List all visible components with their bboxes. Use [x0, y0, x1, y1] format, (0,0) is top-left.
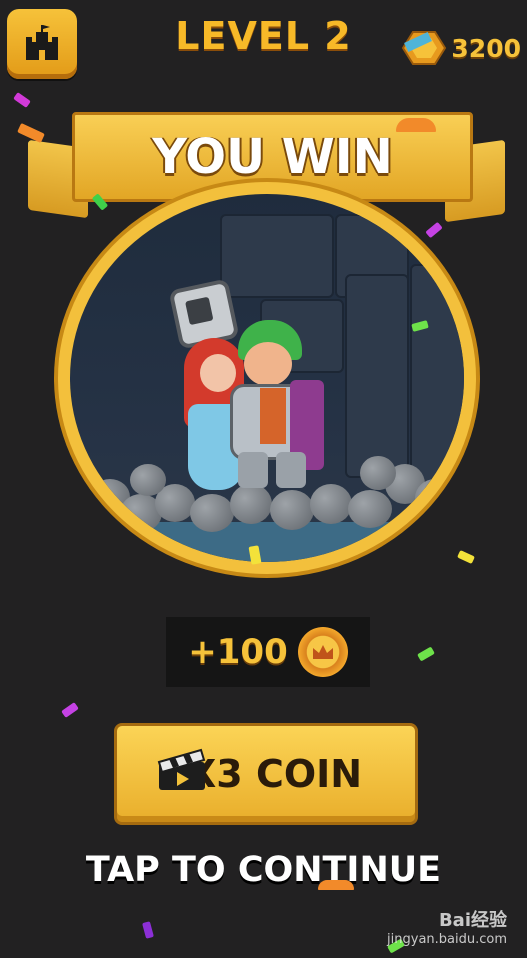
baidu-watermark: Bai经验 jingyan.baidu.com [387, 906, 507, 947]
crown-coin-icon [297, 627, 348, 677]
triple-coins-button[interactable]: X3 COIN [114, 723, 418, 825]
watermark-brand: Bai经验 [438, 910, 507, 931]
coin-balance: 3200 [401, 28, 521, 68]
hero-character [220, 320, 324, 490]
confetti [318, 880, 354, 890]
confetti [417, 646, 435, 662]
tap-to-continue[interactable]: TAP TO CONTINUE [0, 850, 527, 890]
reward-panel: +100 [166, 617, 370, 687]
gem-coin-icon [402, 31, 447, 65]
confetti [142, 921, 154, 939]
triple-coins-label: X3 COIN [187, 752, 363, 796]
video-clapperboard-icon [157, 748, 206, 790]
win-banner-text: YOU WIN [152, 129, 393, 185]
confetti [396, 118, 436, 132]
confetti [13, 92, 31, 108]
confetti [425, 221, 443, 239]
victory-scene [70, 194, 464, 562]
reward-amount: +100 [188, 632, 288, 672]
confetti [61, 702, 79, 718]
watermark-url: jingyan.baidu.com [387, 932, 507, 947]
coin-balance-value: 3200 [451, 33, 521, 63]
